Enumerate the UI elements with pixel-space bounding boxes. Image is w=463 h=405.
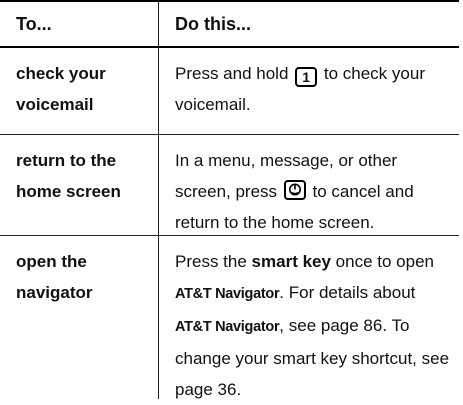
term-check-voicemail: check your voicemail [16,64,106,114]
description-check-voicemail: Press and hold 1 to check your voicemail… [175,48,453,120]
att-navigator-label: AT&T Navigator [175,319,280,335]
term-open-navigator: open the navigator [16,252,93,302]
row-description: Press and hold 1 to check your voicemail… [158,48,459,134]
header-to: To... [16,14,52,34]
desc-text: . For details about [279,283,416,302]
table-row: open the navigator Press the smart key o… [0,236,459,399]
row-term: check your voicemail [0,48,158,134]
desc-text: Press the [175,252,247,271]
end-key-icon [283,180,306,200]
desc-text: Press and hold [175,64,289,83]
table-row: return to the home screen In a menu, mes… [0,135,459,236]
row-term: return to the home screen [0,135,158,235]
table-row: check your voicemail Press and hold 1 to… [0,48,459,135]
smart-key-label: smart key [251,252,331,271]
key-1-icon: 1 [295,67,318,87]
description-open-navigator: Press the smart key once to open AT&T Na… [175,236,453,405]
table-header: To... Do this... [0,0,459,48]
description-return-home: In a menu, message, or other screen, pre… [175,135,453,238]
row-description: Press the smart key once to open AT&T Na… [158,236,459,399]
row-description: In a menu, message, or other screen, pre… [158,135,459,235]
desc-text: once to open [335,252,434,271]
term-return-home: return to the home screen [16,151,121,201]
att-navigator-label: AT&T Navigator [175,286,280,302]
instruction-table: To... Do this... check your voicemail Pr… [0,0,459,399]
header-do-this: Do this... [158,2,459,46]
row-term: open the navigator [0,236,158,399]
